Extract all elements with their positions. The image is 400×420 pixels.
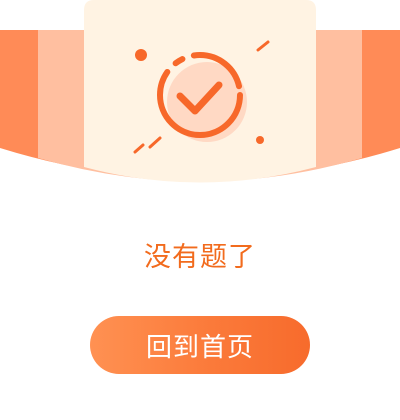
back-to-home-button[interactable]: 回到首页 bbox=[90, 316, 310, 374]
empty-message: 没有题了 bbox=[144, 242, 256, 273]
illustration-svg bbox=[0, 0, 400, 183]
empty-state-illustration bbox=[0, 0, 400, 200]
